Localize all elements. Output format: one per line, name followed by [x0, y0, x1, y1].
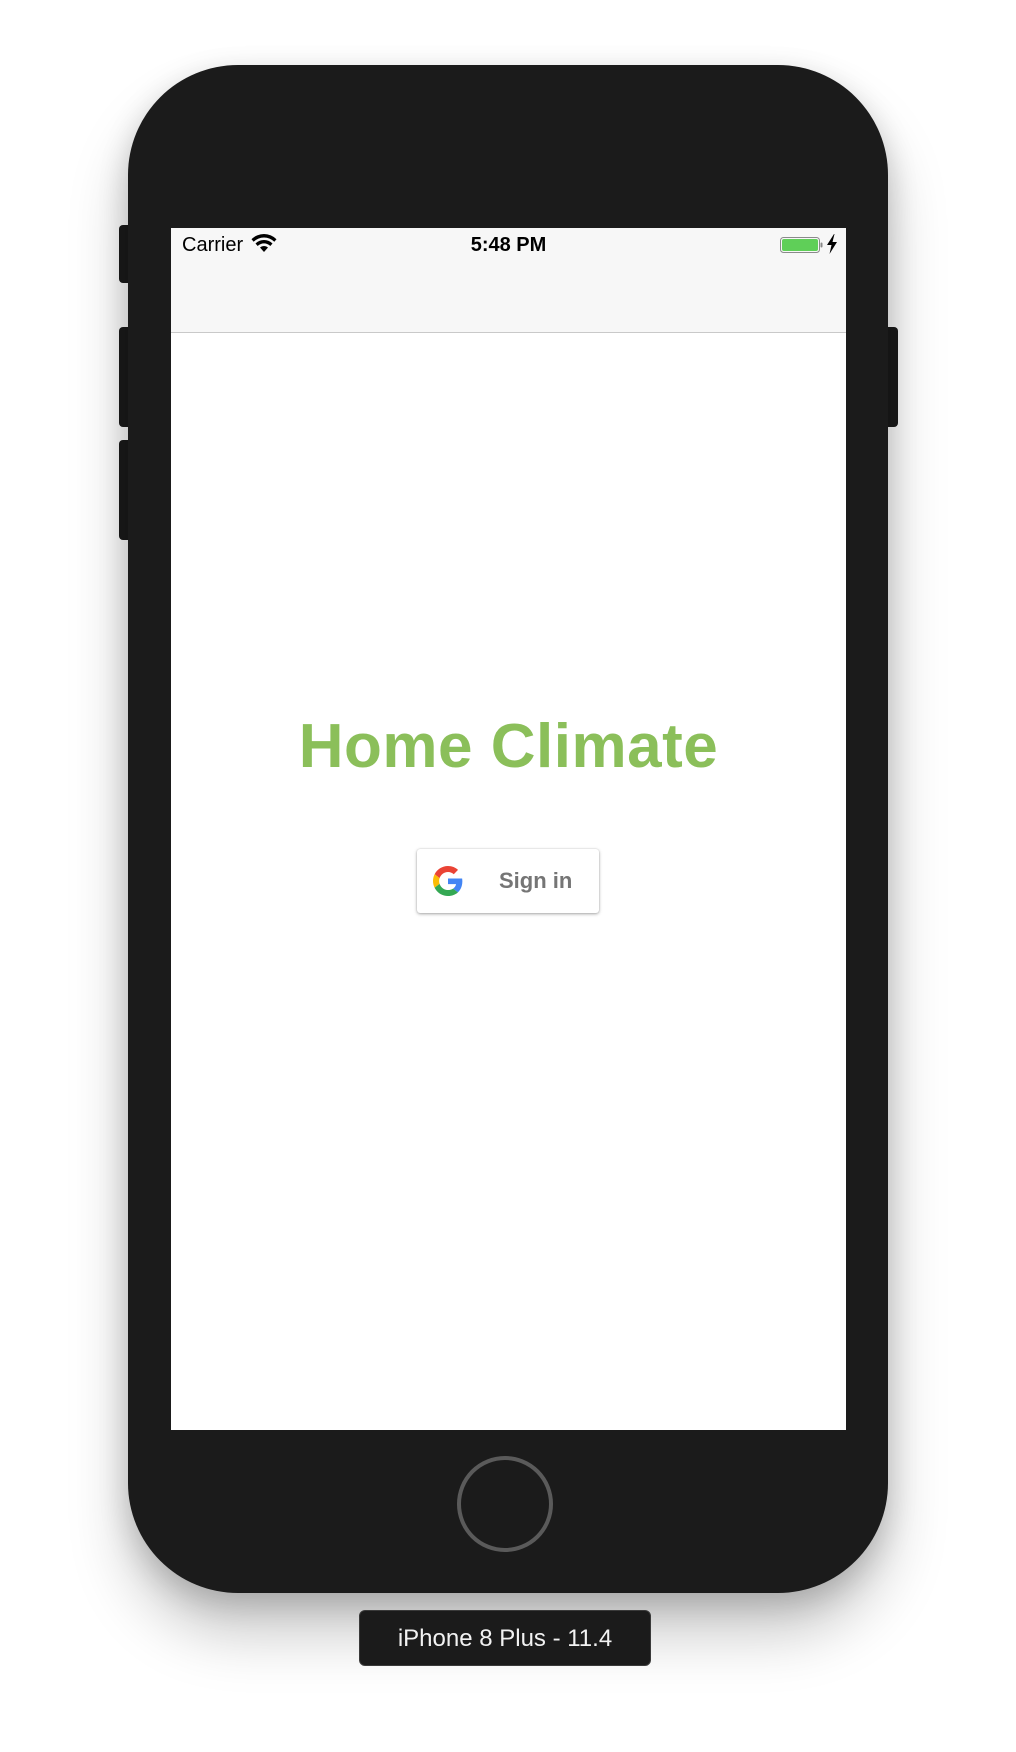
battery-icon [780, 237, 823, 253]
google-signin-button[interactable]: Sign in [417, 849, 599, 913]
charging-bolt-icon [827, 234, 837, 254]
app-title: Home Climate [298, 712, 719, 781]
navigation-bar: Carrier 5:48 PM [171, 228, 846, 333]
signin-label: Sign in [499, 868, 573, 893]
home-button[interactable] [457, 1456, 553, 1552]
device-screen: Carrier 5:48 PM Home Climate Sign in [171, 228, 846, 1430]
simulator-stage: Carrier 5:48 PM Home Climate Sign in iPh… [0, 0, 1016, 1752]
google-g-icon [433, 866, 463, 896]
status-time: 5:48 PM [470, 234, 547, 256]
device-label: iPhone 8 Plus - 11.4 [359, 1610, 651, 1666]
